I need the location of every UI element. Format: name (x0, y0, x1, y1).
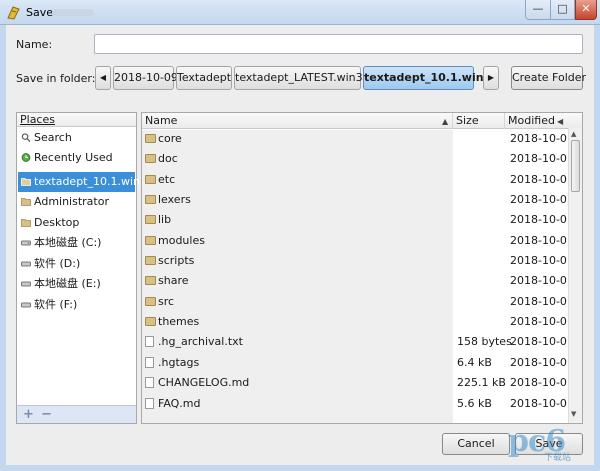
file-row[interactable]: src 2018-10-01 (142, 292, 574, 312)
file-row[interactable]: etc 2018-10-01 (142, 170, 574, 190)
file-row[interactable]: lib 2018-10-01 (142, 210, 574, 230)
file-row[interactable]: .hgtags 6.4 kB 2018-10-01 (142, 353, 574, 373)
file-icon (145, 336, 154, 347)
file-row[interactable]: core 2018-10-01 (142, 129, 574, 149)
minimize-button[interactable]: — (525, 0, 551, 20)
scroll-down-icon[interactable]: ▼ (571, 410, 576, 418)
folder-icon (145, 154, 156, 163)
place-search[interactable]: Search (18, 128, 135, 148)
title-obscured (52, 9, 94, 16)
name-input[interactable] (94, 34, 583, 54)
place-label: Desktop (34, 216, 80, 229)
place-label: Administrator (34, 195, 109, 208)
breadcrumb-item[interactable]: textadept_LATEST.win32 (234, 66, 370, 90)
window-title: Save (26, 6, 54, 19)
file-row[interactable]: CHANGELOG.md 225.1 kB 2018-10-01 (142, 373, 574, 393)
save-in-folder-label: Save in folder: (16, 72, 96, 85)
places-panel: Places Search Recently Used textadept_10… (16, 112, 154, 424)
file-row[interactable]: doc 2018-10-01 (142, 149, 574, 169)
folder-icon (145, 236, 156, 245)
file-row[interactable]: lexers 2018-10-01 (142, 190, 574, 210)
column-header-modified[interactable]: Modified ◀ (505, 113, 567, 129)
file-row[interactable]: modules 2018-10-01 (142, 231, 574, 251)
place-label: Search (34, 131, 72, 144)
drive-icon (21, 281, 31, 287)
name-label: Name: (16, 38, 53, 51)
window-frame-bottom (0, 465, 600, 471)
window-frame-right (594, 25, 600, 471)
place-label: Recently Used (34, 151, 113, 164)
folder-icon (145, 215, 156, 224)
place-label: 软件 (F:) (34, 298, 78, 311)
title-bar: Save — □ ✕ (0, 0, 600, 25)
folder-icon (145, 297, 156, 306)
place-desktop[interactable]: Desktop (18, 213, 135, 233)
column-header-name[interactable]: Name ▲ (142, 113, 453, 129)
place-drive-c[interactable]: 本地磁盘 (C:) (18, 233, 135, 253)
folder-icon (145, 256, 156, 265)
folder-icon (21, 198, 31, 206)
close-button[interactable]: ✕ (575, 0, 597, 20)
place-textadept-folder[interactable]: textadept_10.1.win32 (18, 172, 154, 192)
place-label: 本地磁盘 (E:) (34, 277, 101, 290)
folder-icon (21, 178, 31, 186)
file-icon (145, 357, 154, 368)
breadcrumb-back-button[interactable]: ◀ (95, 66, 111, 90)
file-list: Name ▲ Size Modified ◀ core 2018-10-01 doc 2… (141, 112, 583, 424)
maximize-button[interactable]: □ (551, 0, 575, 20)
column-header-size[interactable]: Size (453, 113, 505, 129)
folder-icon (145, 134, 156, 143)
place-drive-d[interactable]: 软件 (D:) (18, 254, 135, 274)
place-administrator[interactable]: Administrator (18, 192, 135, 212)
folder-icon (145, 276, 156, 285)
folder-icon (145, 195, 156, 204)
file-row[interactable]: FAQ.md 5.6 kB 2018-10-01 (142, 394, 574, 414)
breadcrumb-item-current[interactable]: textadept_10.1.win32 (363, 66, 499, 90)
save-button[interactable]: Save (515, 433, 583, 455)
places-toolbar: + − (16, 405, 137, 424)
textadept-app-icon (7, 6, 20, 20)
file-icon (145, 398, 154, 409)
file-icon (145, 377, 154, 388)
place-label: 本地磁盘 (C:) (34, 236, 102, 249)
file-row[interactable]: share 2018-10-01 (142, 271, 574, 291)
create-folder-button[interactable]: Create Folder (511, 66, 586, 90)
place-drive-f[interactable]: 软件 (F:) (18, 295, 135, 315)
file-list-scrollbar[interactable]: ▲ ▼ (568, 128, 582, 423)
search-icon (21, 133, 31, 142)
scroll-up-icon[interactable]: ▲ (571, 130, 576, 138)
breadcrumb-item[interactable]: 2018-10-09 (113, 66, 178, 90)
remove-bookmark-button[interactable]: − (41, 407, 52, 422)
cancel-button[interactable]: Cancel (442, 433, 510, 455)
drive-icon (21, 240, 31, 246)
scrollbar-thumb[interactable] (571, 140, 580, 192)
folder-icon (21, 219, 31, 227)
folder-icon (145, 317, 156, 326)
sort-up-icon: ▲ (442, 117, 449, 126)
file-row[interactable]: themes 2018-10-01 (142, 312, 574, 332)
file-row[interactable]: scripts 2018-10-01 (142, 251, 574, 271)
drive-icon (21, 302, 31, 308)
add-bookmark-button[interactable]: + (23, 407, 34, 422)
sort-left-icon: ◀ (557, 117, 564, 126)
folder-icon (145, 175, 156, 184)
file-row[interactable]: .hg_archival.txt 158 bytes 2018-10-01 (142, 332, 574, 352)
places-header[interactable]: Places (17, 113, 136, 127)
breadcrumb-item[interactable]: Textadept (176, 66, 232, 90)
place-label: 软件 (D:) (34, 257, 81, 270)
place-drive-e[interactable]: 本地磁盘 (E:) (18, 274, 135, 294)
drive-icon (21, 261, 31, 267)
recent-icon (21, 153, 31, 162)
file-list-header: Name ▲ Size Modified ◀ (142, 113, 582, 129)
place-label: textadept_10.1.win32 (34, 175, 155, 188)
breadcrumb-forward-button[interactable]: ▶ (483, 66, 499, 90)
place-recently-used[interactable]: Recently Used (18, 148, 135, 168)
